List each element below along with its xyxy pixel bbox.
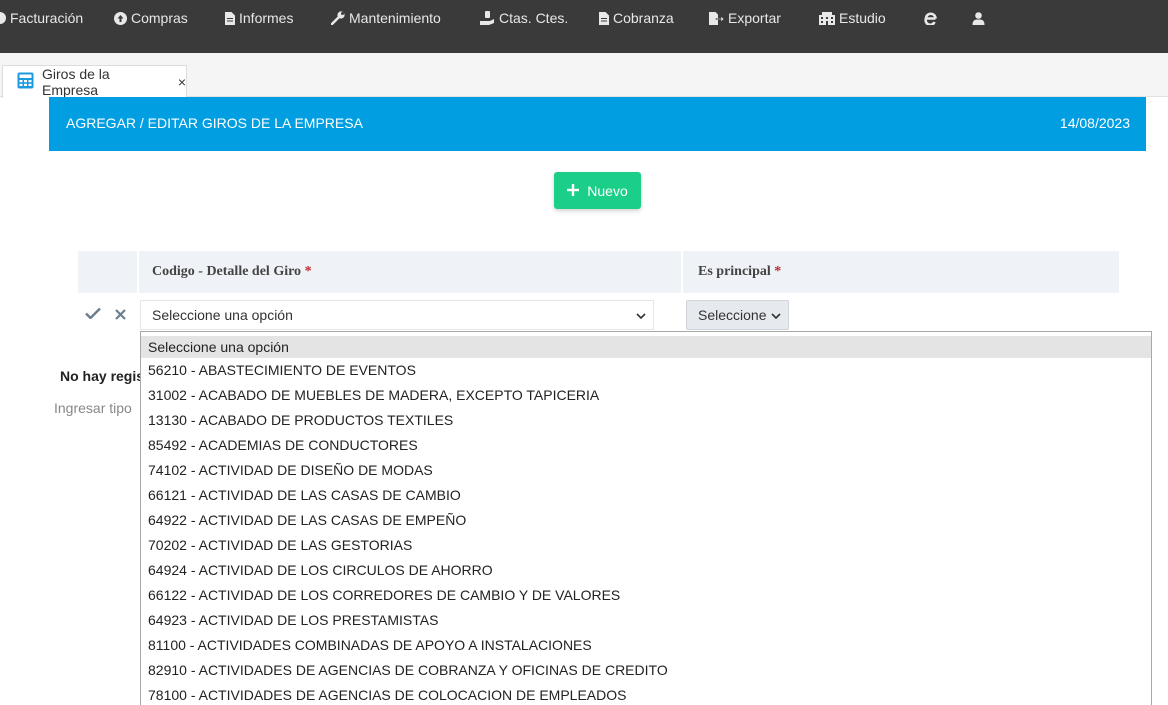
nav-user-button[interactable] bbox=[972, 9, 985, 27]
page-title: AGREGAR / EDITAR GIROS DE LA EMPRESA bbox=[66, 115, 363, 131]
export-icon bbox=[709, 11, 724, 25]
tab-bar: Giros de la Empresa × bbox=[0, 53, 1168, 98]
nav-compras[interactable]: Compras bbox=[114, 9, 188, 27]
nuevo-button-label: Nuevo bbox=[587, 182, 628, 199]
current-date: 14/08/2023 bbox=[1059, 115, 1130, 131]
check-icon[interactable] bbox=[85, 306, 101, 324]
top-navigation-bar: Facturación Compras Informes Mantenimien… bbox=[0, 0, 1168, 53]
column-header-label: Es principal bbox=[698, 264, 771, 279]
header-divider bbox=[681, 251, 683, 293]
close-icon[interactable] bbox=[115, 307, 126, 325]
dropdown-option[interactable]: 56210 - ABASTECIMIENTO DE EVENTOS bbox=[141, 358, 1151, 383]
nav-cobranza[interactable]: Cobranza bbox=[599, 9, 674, 27]
dropdown-option[interactable]: 66121 - ACTIVIDAD DE LAS CASAS DE CAMBIO bbox=[141, 483, 1151, 508]
upload-circle-icon bbox=[114, 11, 127, 25]
nav-e-button[interactable] bbox=[924, 9, 937, 27]
table-header: Codigo - Detalle del Giro * Es principal… bbox=[78, 251, 1119, 293]
panel-header: AGREGAR / EDITAR GIROS DE LA EMPRESA 14/… bbox=[49, 97, 1146, 151]
dropdown-option[interactable]: 13130 - ACABADO DE PRODUCTOS TEXTILES bbox=[141, 408, 1151, 433]
dropdown-option[interactable]: Seleccione una opción bbox=[141, 336, 1151, 358]
nav-estudio[interactable]: Estudio bbox=[819, 9, 886, 27]
nav-label: Compras bbox=[131, 10, 188, 26]
giro-select-value: Seleccione una opción bbox=[152, 307, 293, 323]
dropdown-option[interactable]: 31002 - ACABADO DE MUEBLES DE MADERA, EX… bbox=[141, 383, 1151, 408]
principal-select[interactable]: Seleccione bbox=[686, 300, 789, 330]
dropdown-option[interactable]: 64923 - ACTIVIDAD DE LOS PRESTAMISTAS bbox=[141, 608, 1151, 633]
nav-label: Ctas. Ctes. bbox=[499, 10, 569, 26]
column-header-principal: Es principal * bbox=[698, 264, 781, 280]
dropdown-option[interactable]: 64924 - ACTIVIDAD DE LOS CIRCULOS DE AHO… bbox=[141, 558, 1151, 583]
wrench-icon bbox=[331, 11, 345, 25]
tab-label: Giros de la Empresa bbox=[42, 66, 110, 98]
nav-facturacion[interactable]: Facturación bbox=[0, 9, 83, 27]
nav-mantenimiento[interactable]: Mantenimiento bbox=[331, 9, 441, 27]
document-icon bbox=[599, 11, 609, 25]
dropdown-option[interactable]: 85492 - ACADEMIAS DE CONDUCTORES bbox=[141, 433, 1151, 458]
nav-label: Facturación bbox=[10, 10, 84, 26]
dropdown-option[interactable]: 64922 - ACTIVIDAD DE LAS CASAS DE EMPEÑO bbox=[141, 508, 1151, 533]
giro-dropdown-list[interactable]: Seleccione una opción 56210 - ABASTECIMIE… bbox=[140, 331, 1152, 705]
nav-label: Exportar bbox=[728, 10, 781, 26]
document-icon bbox=[225, 11, 235, 25]
nav-ctas-ctes[interactable]: Ctas. Ctes. bbox=[480, 9, 568, 27]
dropdown-option[interactable]: 70202 - ACTIVIDAD DE LAS GESTORIAS bbox=[141, 533, 1151, 558]
empty-state-hint: Ingresar tipo bbox=[54, 400, 132, 416]
circle-icon bbox=[0, 12, 6, 24]
close-icon[interactable]: × bbox=[178, 74, 186, 90]
chevron-down-icon bbox=[635, 309, 647, 325]
column-header-giro: Codigo - Detalle del Giro * bbox=[152, 264, 312, 280]
column-header-label: Codigo - Detalle del Giro bbox=[152, 264, 302, 279]
user-icon bbox=[972, 11, 985, 25]
principal-select-value: Seleccione bbox=[698, 307, 767, 323]
required-mark: * bbox=[304, 264, 312, 279]
required-mark: * bbox=[774, 264, 782, 279]
e-logo-icon bbox=[924, 12, 937, 25]
nuevo-button[interactable]: Nuevo bbox=[554, 172, 641, 209]
dropdown-option[interactable]: 82910 - ACTIVIDADES DE AGENCIAS DE COBRA… bbox=[141, 658, 1151, 683]
tab-giros-empresa[interactable]: Giros de la Empresa × bbox=[2, 65, 187, 98]
plus-icon bbox=[567, 183, 580, 199]
nav-label: Informes bbox=[239, 10, 294, 26]
dropdown-option[interactable]: 74102 - ACTIVIDAD DE DISEÑO DE MODAS bbox=[141, 458, 1151, 483]
nav-label: Mantenimiento bbox=[349, 10, 441, 26]
calculator-icon bbox=[17, 72, 34, 92]
chevron-down-icon bbox=[770, 309, 782, 325]
nav-exportar[interactable]: Exportar bbox=[709, 9, 781, 27]
header-divider bbox=[137, 251, 139, 293]
building-icon bbox=[819, 11, 835, 25]
empty-state-message: No hay regis bbox=[60, 368, 140, 384]
nav-label: Estudio bbox=[839, 10, 886, 26]
nav-label: Cobranza bbox=[613, 10, 674, 26]
giro-select[interactable]: Seleccione una opción bbox=[140, 300, 654, 330]
dropdown-option[interactable]: 78100 - ACTIVIDADES DE AGENCIAS DE COLOC… bbox=[141, 683, 1151, 705]
nav-informes[interactable]: Informes bbox=[225, 9, 293, 27]
hand-coin-icon bbox=[480, 11, 495, 25]
dropdown-option[interactable]: 66122 - ACTIVIDAD DE LOS CORREDORES DE C… bbox=[141, 583, 1151, 608]
dropdown-option[interactable]: 81100 - ACTIVIDADES COMBINADAS DE APOYO … bbox=[141, 633, 1151, 658]
